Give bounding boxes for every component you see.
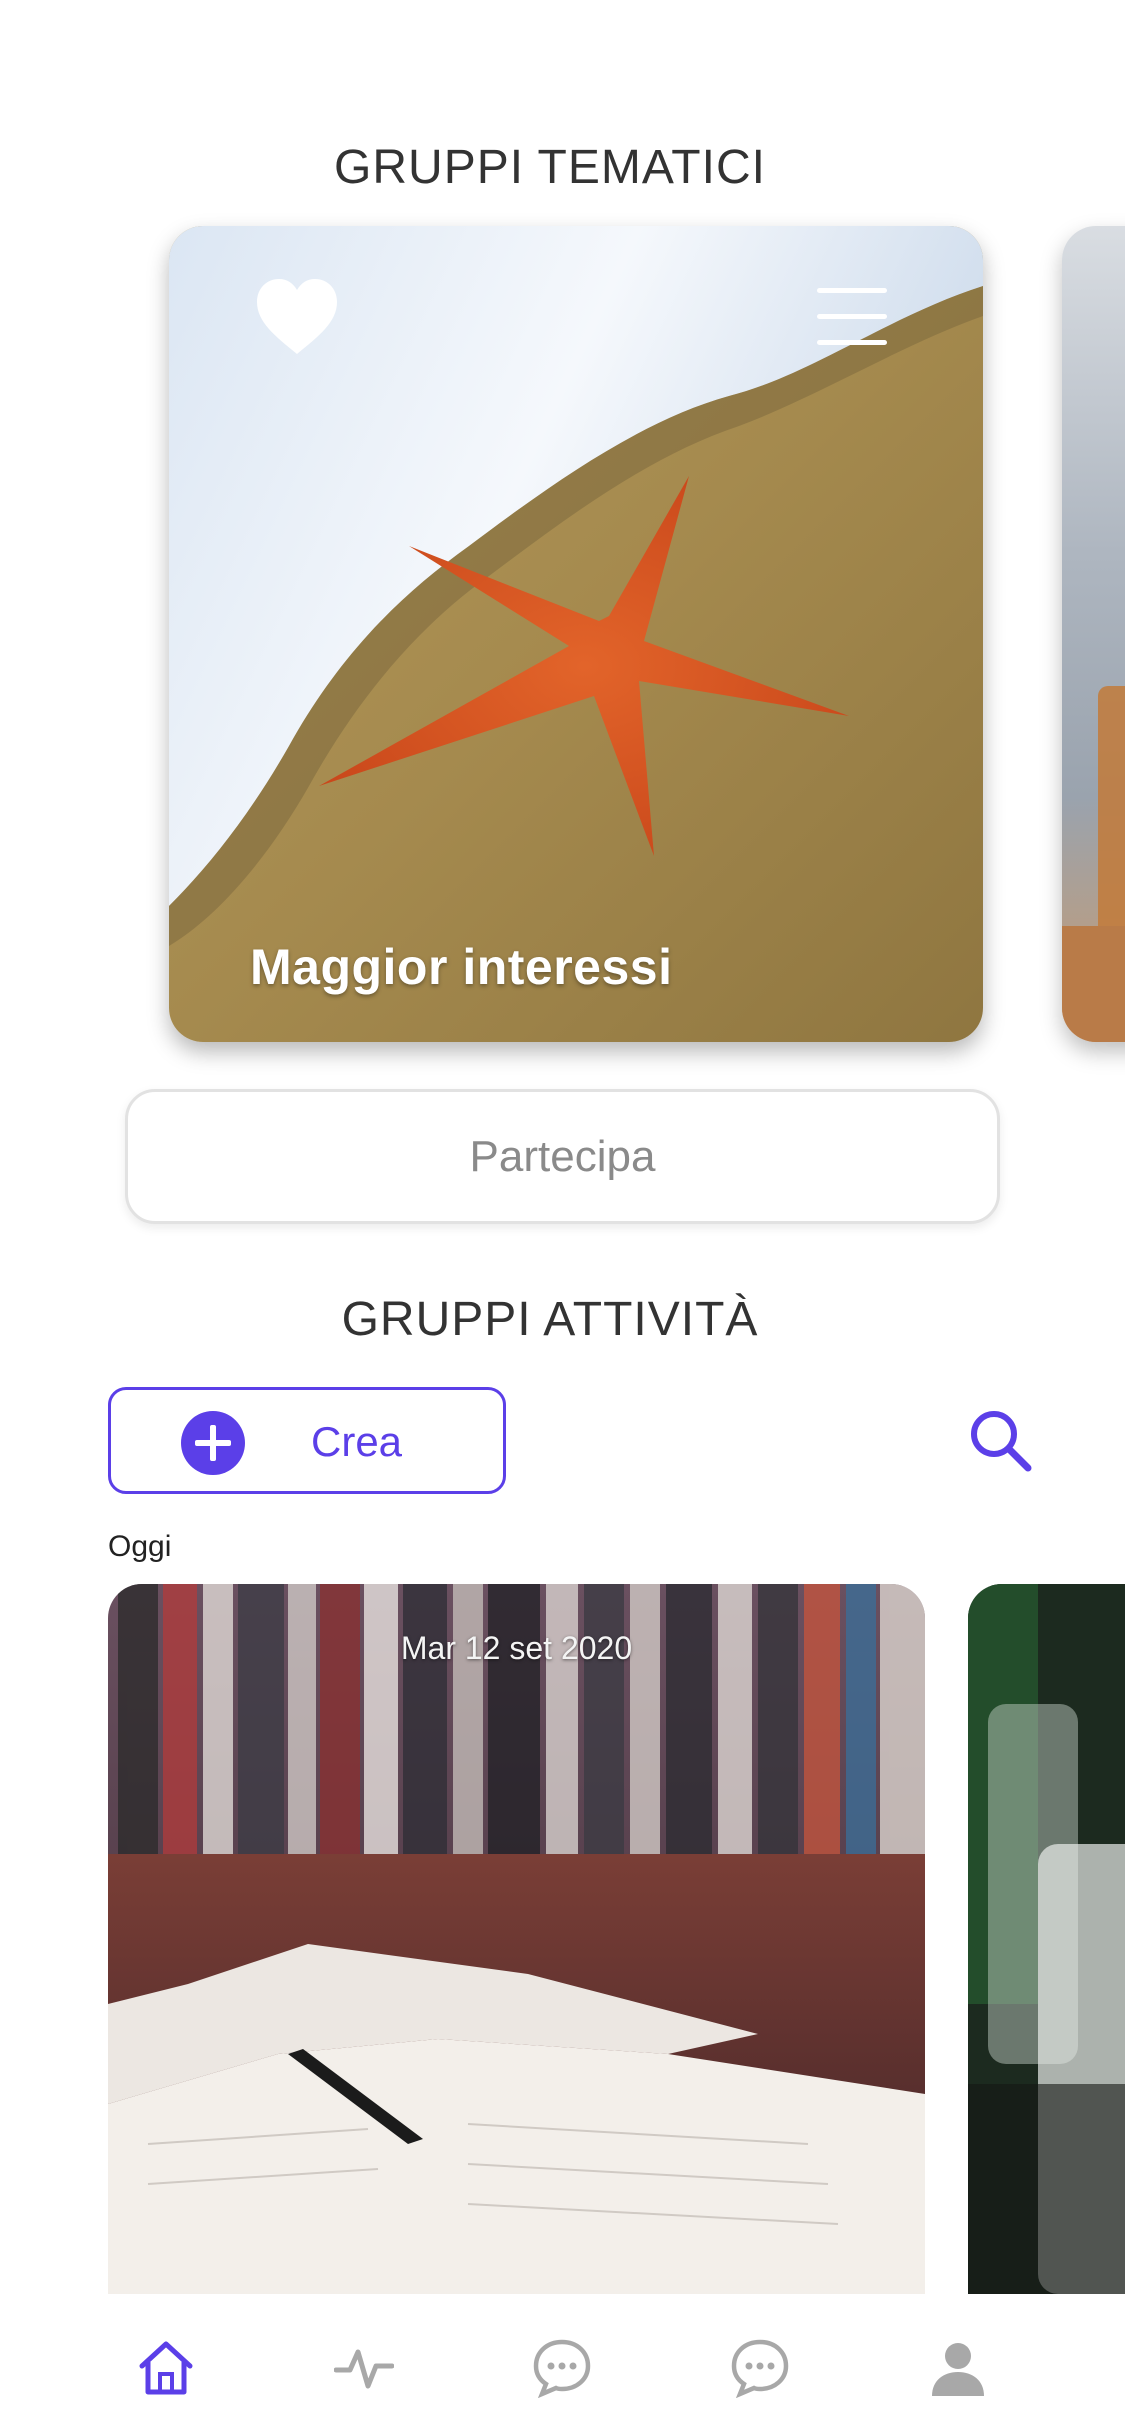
day-label: Oggi [108,1530,172,1563]
thematic-groups-title: GRUPPI TEMATICI [334,141,766,194]
menu-icon[interactable] [817,288,887,348]
thematic-group-card-next[interactable] [1062,226,1125,1042]
join-button[interactable]: Partecipa [125,1089,1000,1224]
next-card-image [1062,226,1125,1042]
create-group-button[interactable]: Crea [108,1387,506,1494]
thematic-card-title: Maggior interessi [250,939,673,995]
activity-date: Mar 12 set 2020 [400,1630,633,1666]
tab-messages-icon[interactable] [730,2338,790,2399]
create-button-label: Crea [311,1418,403,1465]
tab-home-icon[interactable] [136,2338,196,2398]
bottom-tab-bar [0,2294,1125,2436]
activity-groups-title: GRUPPI ATTIVITÀ [341,1293,759,1346]
thematic-group-card[interactable]: Maggior interessi [169,226,983,1042]
plus-circle-icon [181,1411,245,1475]
drinks-image [968,1584,1125,2294]
tab-activity-icon[interactable] [333,2338,395,2398]
activity-card-next[interactable] [968,1584,1125,2294]
activity-card[interactable]: Mar 12 set 2020 [108,1584,925,2294]
books-image [108,1584,925,2294]
search-icon[interactable] [964,1404,1036,1476]
tab-chat-icon[interactable] [532,2338,592,2399]
screen: GRUPPI TEMATICI Maggior interessi Partec… [0,0,1125,2436]
tab-profile-icon[interactable] [928,2338,988,2398]
favorite-heart-icon[interactable] [255,278,339,356]
